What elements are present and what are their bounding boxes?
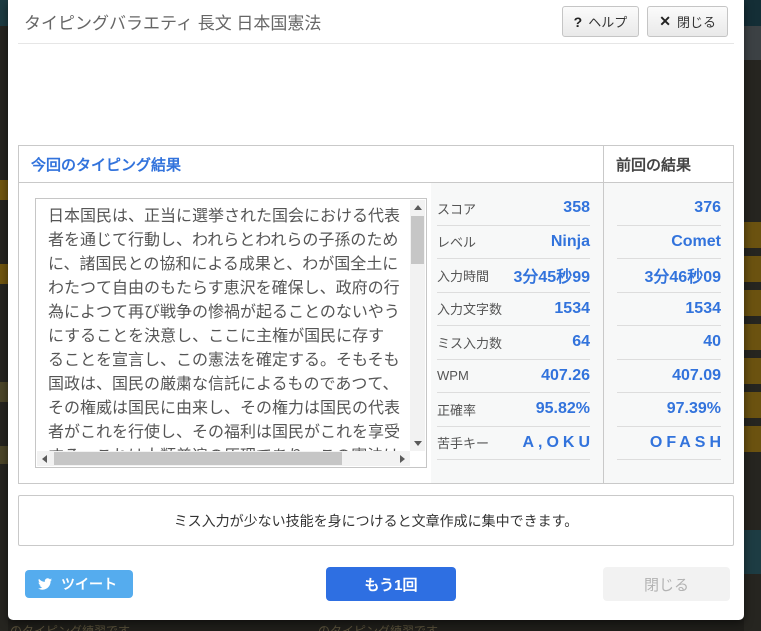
stat-value: 95.82% (535, 400, 590, 418)
scroll-left-button[interactable] (37, 451, 52, 466)
stat-label: WPM (437, 368, 469, 384)
prev-row-accuracy: 97.39% (617, 393, 721, 427)
background-text-fragment: のタイピング練習です。 (318, 624, 449, 631)
typing-text: 日本国民は、正当に選挙された国会における代表者を通じて行動し、われらとわれらの子… (48, 208, 401, 453)
horizontal-scrollbar[interactable] (37, 451, 410, 466)
help-button-label: ヘルプ (588, 15, 628, 30)
stat-label: 入力文字数 (437, 302, 503, 318)
stat-value: A,OKU (522, 433, 594, 451)
dialog-footer: ツイート もう1回 閉じる (18, 567, 734, 601)
dialog-close-label: 閉じる (676, 15, 716, 30)
results-table-body: 日本国民は、正当に選挙された国会における代表者を通じて行動し、われらとわれらの子… (19, 183, 733, 483)
result-dialog: タイピングバラエティ 長文 日本国憲法 ? ヘルプ ✕ 閉じる 今回のタイピング… (8, 0, 744, 620)
tweet-button[interactable]: ツイート (25, 570, 133, 598)
prev-row-score: 376 (617, 192, 721, 226)
dialog-header: タイピングバラエティ 長文 日本国憲法 ? ヘルプ ✕ 閉じる (18, 0, 734, 44)
help-button[interactable]: ? ヘルプ (561, 6, 640, 37)
prev-row-weak-keys: OFASH (617, 427, 721, 460)
stat-label: 苦手キー (437, 436, 490, 452)
stat-label: レベル (437, 235, 477, 251)
stat-value: 1534 (554, 299, 590, 317)
stat-row-level: レベル Ninja (437, 226, 590, 259)
previous-result-header: 前回の結果 (603, 146, 733, 182)
current-stats-column: スコア 358 レベル Ninja 入力時間 3分45秒99 入力文字数 153… (431, 183, 603, 483)
stat-row-time: 入力時間 3分45秒99 (437, 259, 590, 293)
prev-value: 3分46秒09 (644, 269, 722, 287)
scroll-down-button[interactable] (410, 436, 425, 451)
typing-text-cell: 日本国民は、正当に選挙された国会における代表者を通じて行動し、われらとわれらの子… (19, 183, 431, 483)
retry-button[interactable]: もう1回 (326, 567, 456, 601)
screen: のタイピング練習です。 のタイピング練習です。 タイピングバラエティ 長文 日本… (0, 0, 761, 631)
background-page-right-edge (744, 0, 761, 631)
question-icon: ? (573, 13, 583, 30)
dialog-header-buttons: ? ヘルプ ✕ 閉じる (561, 6, 728, 37)
stat-label: 正確率 (437, 402, 477, 418)
prev-value: Comet (671, 232, 721, 250)
background-page-bottom-strip: のタイピング練習です。 のタイピング練習です。 (8, 620, 744, 631)
scroll-up-button[interactable] (410, 200, 425, 215)
stat-value: 407.26 (541, 366, 590, 384)
stat-row-wpm: WPM 407.26 (437, 360, 590, 393)
advice-box: ミス入力が少ない技能を身につけると文章作成に集中できます。 (18, 495, 734, 546)
horizontal-scrollbar-thumb[interactable] (54, 452, 342, 465)
stat-row-weak-keys: 苦手キー A,OKU (437, 427, 590, 460)
typing-text-box[interactable]: 日本国民は、正当に選挙された国会における代表者を通じて行動し、われらとわれらの子… (35, 198, 427, 468)
twitter-icon (38, 578, 53, 590)
stat-label: スコア (437, 201, 477, 217)
close-icon: ✕ (659, 13, 671, 29)
stat-row-score: スコア 358 (437, 192, 590, 226)
dialog-title: タイピングバラエティ 長文 日本国憲法 (24, 14, 322, 33)
close-button[interactable]: 閉じる (603, 567, 730, 601)
arrow-right-icon (400, 454, 405, 463)
results-table: 今回のタイピング結果 前回の結果 日本国民は、正当に選挙された国会における代表者… (18, 145, 734, 484)
stat-label: 入力時間 (437, 268, 490, 284)
scroll-right-button[interactable] (395, 451, 410, 466)
previous-stats-column: 376 Comet 3分46秒09 1534 40 407.09 97.39% … (603, 183, 733, 483)
prev-row-chars: 1534 (617, 293, 721, 326)
background-text-fragment: のタイピング練習です。 (10, 624, 141, 631)
stat-row-accuracy: 正確率 95.82% (437, 393, 590, 427)
advice-text: ミス入力が少ない技能を身につけると文章作成に集中できます。 (173, 512, 579, 529)
prev-row-level: Comet (617, 226, 721, 259)
prev-value: 407.09 (672, 366, 721, 384)
prev-value: 40 (703, 333, 721, 351)
results-table-header: 今回のタイピング結果 前回の結果 (19, 146, 733, 183)
stat-label: ミス入力数 (437, 335, 503, 351)
prev-row-misses: 40 (617, 326, 721, 360)
prev-value: 1534 (685, 299, 721, 317)
tweet-button-label: ツイート (61, 576, 117, 592)
current-result-header: 今回のタイピング結果 (31, 156, 182, 174)
stat-row-chars: 入力文字数 1534 (437, 293, 590, 326)
arrow-up-icon (413, 205, 422, 210)
prev-row-time: 3分46秒09 (617, 259, 721, 293)
vertical-scrollbar-thumb[interactable] (411, 216, 424, 264)
vertical-scrollbar[interactable] (410, 200, 425, 451)
stat-value: 64 (572, 333, 590, 351)
prev-value: OFASH (649, 433, 725, 451)
stat-value: 3分45秒99 (513, 269, 591, 287)
dialog-close-button[interactable]: ✕ 閉じる (647, 6, 728, 37)
arrow-left-icon (42, 454, 47, 463)
stat-value: Ninja (550, 232, 590, 250)
prev-value: 376 (694, 199, 721, 217)
background-page-left-edge (0, 0, 8, 631)
stat-row-misses: ミス入力数 64 (437, 326, 590, 360)
prev-value: 97.39% (666, 400, 721, 418)
arrow-down-icon (413, 441, 422, 446)
stat-value: 358 (563, 199, 590, 217)
prev-row-wpm: 407.09 (617, 360, 721, 393)
